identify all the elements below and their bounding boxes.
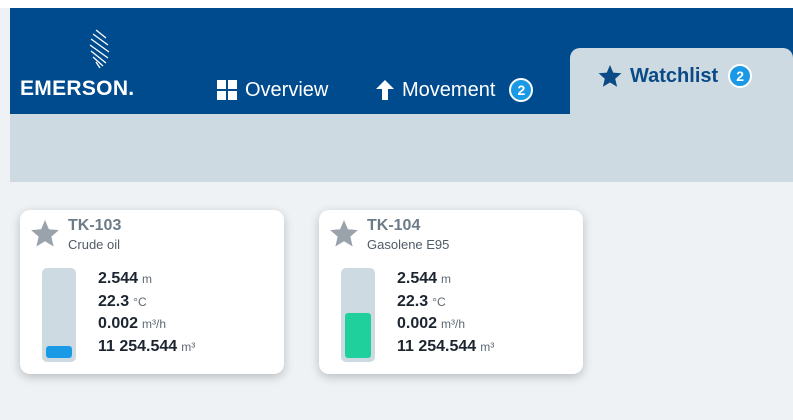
level-unit: m [142, 272, 153, 286]
tank-values: 2.544 m 22.3 °C 0.002 m³/h 11 254.544 m³ [98, 268, 195, 358]
tank-level-fill [345, 313, 371, 358]
tank-card[interactable]: TK-104 Gasolene E95 2.544 m 22.3 °C 0.002 m… [319, 210, 583, 374]
flow-value: 0.002 [397, 315, 438, 332]
brand-name: EMERSON. [20, 77, 135, 100]
volume-row: 11 254.544 m³ [98, 336, 195, 359]
tank-card[interactable]: TK-103 Crude oil 2.544 m 22.3 °C 0.002 m³/h… [20, 210, 284, 374]
level-unit: m [441, 272, 452, 286]
level-row: 2.544 m [397, 268, 494, 291]
flow-row: 0.002 m³/h [397, 313, 494, 336]
arrow-up-icon [376, 80, 394, 100]
tank-level-gauge [42, 268, 76, 362]
tab-overview-label: Overview [245, 78, 329, 101]
flow-value: 0.002 [98, 315, 139, 332]
flow-unit: m³/h [441, 317, 466, 331]
tab-movement[interactable]: Movement 2 [376, 72, 534, 108]
tab-watchlist[interactable]: Watchlist 2 [570, 48, 793, 114]
volume-unit: m³ [181, 339, 196, 354]
star-icon [598, 64, 622, 87]
watchlist-count-badge: 2 [728, 64, 753, 88]
tank-name: TK-103 [68, 217, 122, 234]
tab-watchlist-label: Watchlist [630, 64, 719, 87]
level-value: 2.544 [98, 270, 139, 287]
tank-name: TK-104 [367, 217, 421, 234]
watchlist-star-icon[interactable] [30, 220, 60, 248]
tab-overview[interactable]: Overview [217, 72, 328, 108]
top-strip [0, 0, 793, 8]
tank-level-fill [46, 346, 72, 358]
tank-product: Crude oil [68, 237, 121, 252]
tab-movement-label: Movement [402, 78, 496, 101]
tank-level-gauge [341, 268, 375, 362]
volume-row: 11 254.544 m³ [397, 336, 494, 359]
temperature-value: 22.3 [98, 292, 130, 310]
temperature-row: 22.3 °C [397, 291, 494, 314]
volume-value: 11 254.544 [98, 337, 178, 355]
flow-row: 0.002 m³/h [98, 313, 195, 336]
sub-header-band [10, 114, 793, 182]
level-row: 2.544 m [98, 268, 195, 291]
volume-value: 11 254.544 [397, 337, 477, 355]
watchlist-star-icon[interactable] [329, 220, 359, 248]
temperature-unit: °C [133, 294, 147, 309]
temperature-value: 22.3 [397, 292, 429, 310]
tank-product: Gasolene E95 [367, 237, 450, 252]
emerson-logo-mark-icon [89, 29, 110, 69]
emerson-logo[interactable]: EMERSON. [20, 26, 160, 106]
volume-unit: m³ [480, 339, 495, 354]
temperature-row: 22.3 °C [98, 291, 195, 314]
tank-values: 2.544 m 22.3 °C 0.002 m³/h 11 254.544 m³ [397, 268, 494, 358]
temperature-unit: °C [432, 294, 446, 309]
grid-icon [217, 80, 237, 100]
flow-unit: m³/h [142, 317, 167, 331]
movement-count-badge: 2 [509, 78, 534, 102]
level-value: 2.544 [397, 270, 438, 287]
